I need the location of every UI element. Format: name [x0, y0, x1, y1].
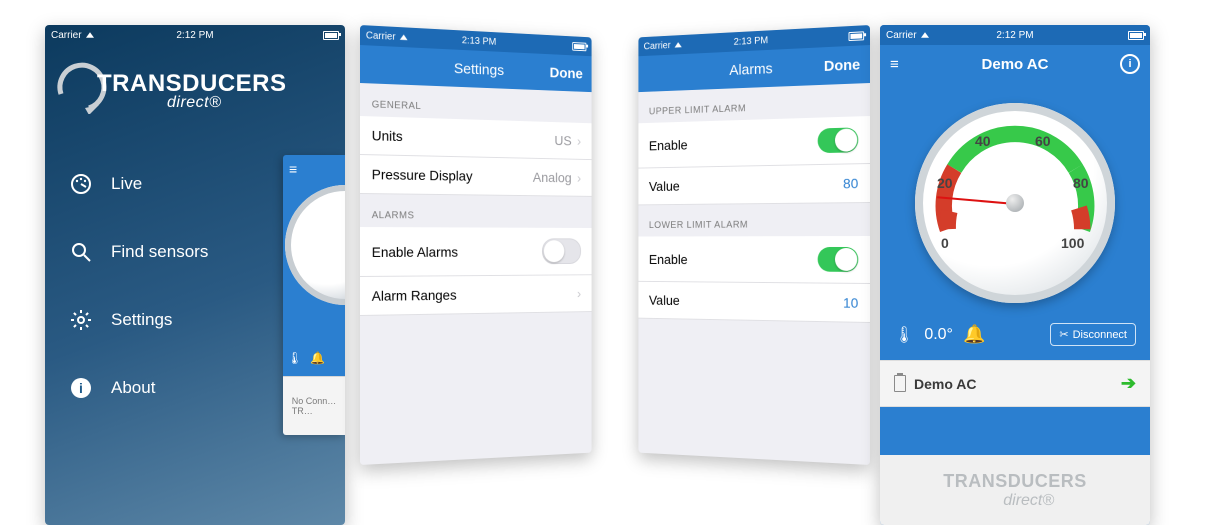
row-label: Value	[649, 178, 680, 194]
sensor-name: Demo AC	[914, 376, 977, 392]
disconnect-button[interactable]: ✂ Disconnect	[1050, 323, 1136, 346]
row-label: Enable Alarms	[372, 244, 458, 260]
info-button[interactable]: i	[1120, 54, 1140, 74]
info-icon: i	[69, 376, 93, 400]
menu-label: About	[111, 378, 155, 398]
row-units[interactable]: Units US ›	[360, 116, 592, 160]
wifi-icon	[921, 32, 929, 37]
done-button[interactable]: Done	[550, 64, 583, 82]
toggle-upper-enable[interactable]	[818, 127, 859, 153]
row-label: Enable	[649, 251, 688, 266]
row-pressure-display[interactable]: Pressure Display Analog ›	[360, 155, 592, 197]
row-label: Alarm Ranges	[372, 287, 457, 304]
hamburger-icon[interactable]: ≡	[890, 56, 899, 73]
row-upper-value[interactable]: Value 80	[638, 164, 870, 205]
menu-label: Live	[111, 174, 142, 194]
brand-logo: TRANSDUCERS direct®	[59, 60, 331, 120]
screen-settings: Carrier 2:13 PM Settings Done GENERAL Un…	[360, 25, 592, 465]
svg-text:i: i	[79, 380, 83, 396]
row-upper-enable[interactable]: Enable	[638, 116, 870, 169]
screen-menu: Carrier 2:12 PM TRANSDUCERS direct®	[45, 25, 345, 525]
disconnect-icon: ✂	[1059, 328, 1068, 341]
navbar-title: Settings	[454, 60, 504, 79]
wifi-icon	[399, 34, 407, 40]
upper-value[interactable]: 80	[843, 175, 858, 191]
search-icon	[69, 240, 93, 264]
row-enable-alarms[interactable]: Enable Alarms	[360, 227, 592, 277]
battery-icon	[572, 42, 586, 51]
battery-level-icon	[894, 375, 906, 392]
pressure-gauge: 0 20 40 60 80 100	[915, 103, 1115, 303]
row-lower-value[interactable]: Value 10	[638, 282, 870, 323]
section-header-lower: LOWER LIMIT ALARM	[638, 203, 870, 237]
row-alarm-ranges[interactable]: Alarm Ranges ›	[360, 275, 592, 316]
gauge-hub	[1006, 194, 1024, 212]
temperature-value: 0.0°	[924, 326, 953, 344]
navbar-title: Demo AC	[982, 56, 1049, 73]
gauge-icon	[69, 172, 93, 196]
battery-icon	[849, 31, 865, 41]
navbar: ≡ Demo AC i	[880, 45, 1150, 83]
arrow-right-icon: ➔	[1121, 373, 1136, 394]
bell-icon: 🔔	[310, 351, 325, 365]
screen-alarms: Carrier 2:13 PM Alarms Done UPPER LIMIT …	[638, 25, 870, 465]
toggle-lower-enable[interactable]	[818, 247, 859, 272]
menu-label: Settings	[111, 310, 172, 330]
brand-footer: TRANSDUCERS direct®	[880, 455, 1150, 525]
row-label: Value	[649, 292, 680, 308]
row-label: Pressure Display	[372, 166, 473, 183]
battery-icon	[1128, 31, 1144, 40]
hamburger-icon[interactable]: ≡	[289, 161, 297, 177]
thermometer-icon: 🌡	[287, 351, 302, 365]
chevron-right-icon: ›	[577, 286, 581, 301]
status-bar: Carrier 2:12 PM	[880, 25, 1150, 45]
gauge-peek	[285, 185, 345, 305]
row-label: Units	[372, 127, 403, 144]
chevron-right-icon: ›	[577, 133, 581, 148]
wifi-icon	[86, 32, 94, 37]
battery-icon	[323, 31, 339, 40]
screen-live: Carrier 2:12 PM ≡ Demo AC i 0 20 40 60 8…	[880, 25, 1150, 525]
row-label: Enable	[649, 137, 688, 153]
bell-icon[interactable]: 🔔	[963, 324, 985, 345]
sensor-peek-card: No Conn…TR…	[283, 376, 345, 435]
done-button[interactable]: Done	[824, 56, 860, 74]
section-header-alarms: ALARMS	[360, 194, 592, 228]
gear-icon	[69, 308, 93, 332]
row-lower-enable[interactable]: Enable	[638, 236, 870, 284]
wifi-icon	[674, 42, 681, 48]
navbar-title: Alarms	[729, 60, 772, 78]
status-bar: Carrier 2:12 PM	[45, 25, 345, 45]
live-status-bar: 🌡 0.0° 🔔 ✂ Disconnect	[880, 313, 1150, 360]
menu-label: Find sensors	[111, 242, 208, 262]
sensor-list-item[interactable]: Demo AC ➔	[880, 360, 1150, 407]
chevron-right-icon: ›	[577, 170, 581, 185]
toggle-enable-alarms[interactable]	[542, 238, 581, 264]
lower-value[interactable]: 10	[843, 295, 858, 311]
thermometer-icon: 🌡	[894, 325, 914, 345]
live-screen-peek: ≡ 🌡 🔔 No Conn…TR…	[283, 155, 345, 435]
